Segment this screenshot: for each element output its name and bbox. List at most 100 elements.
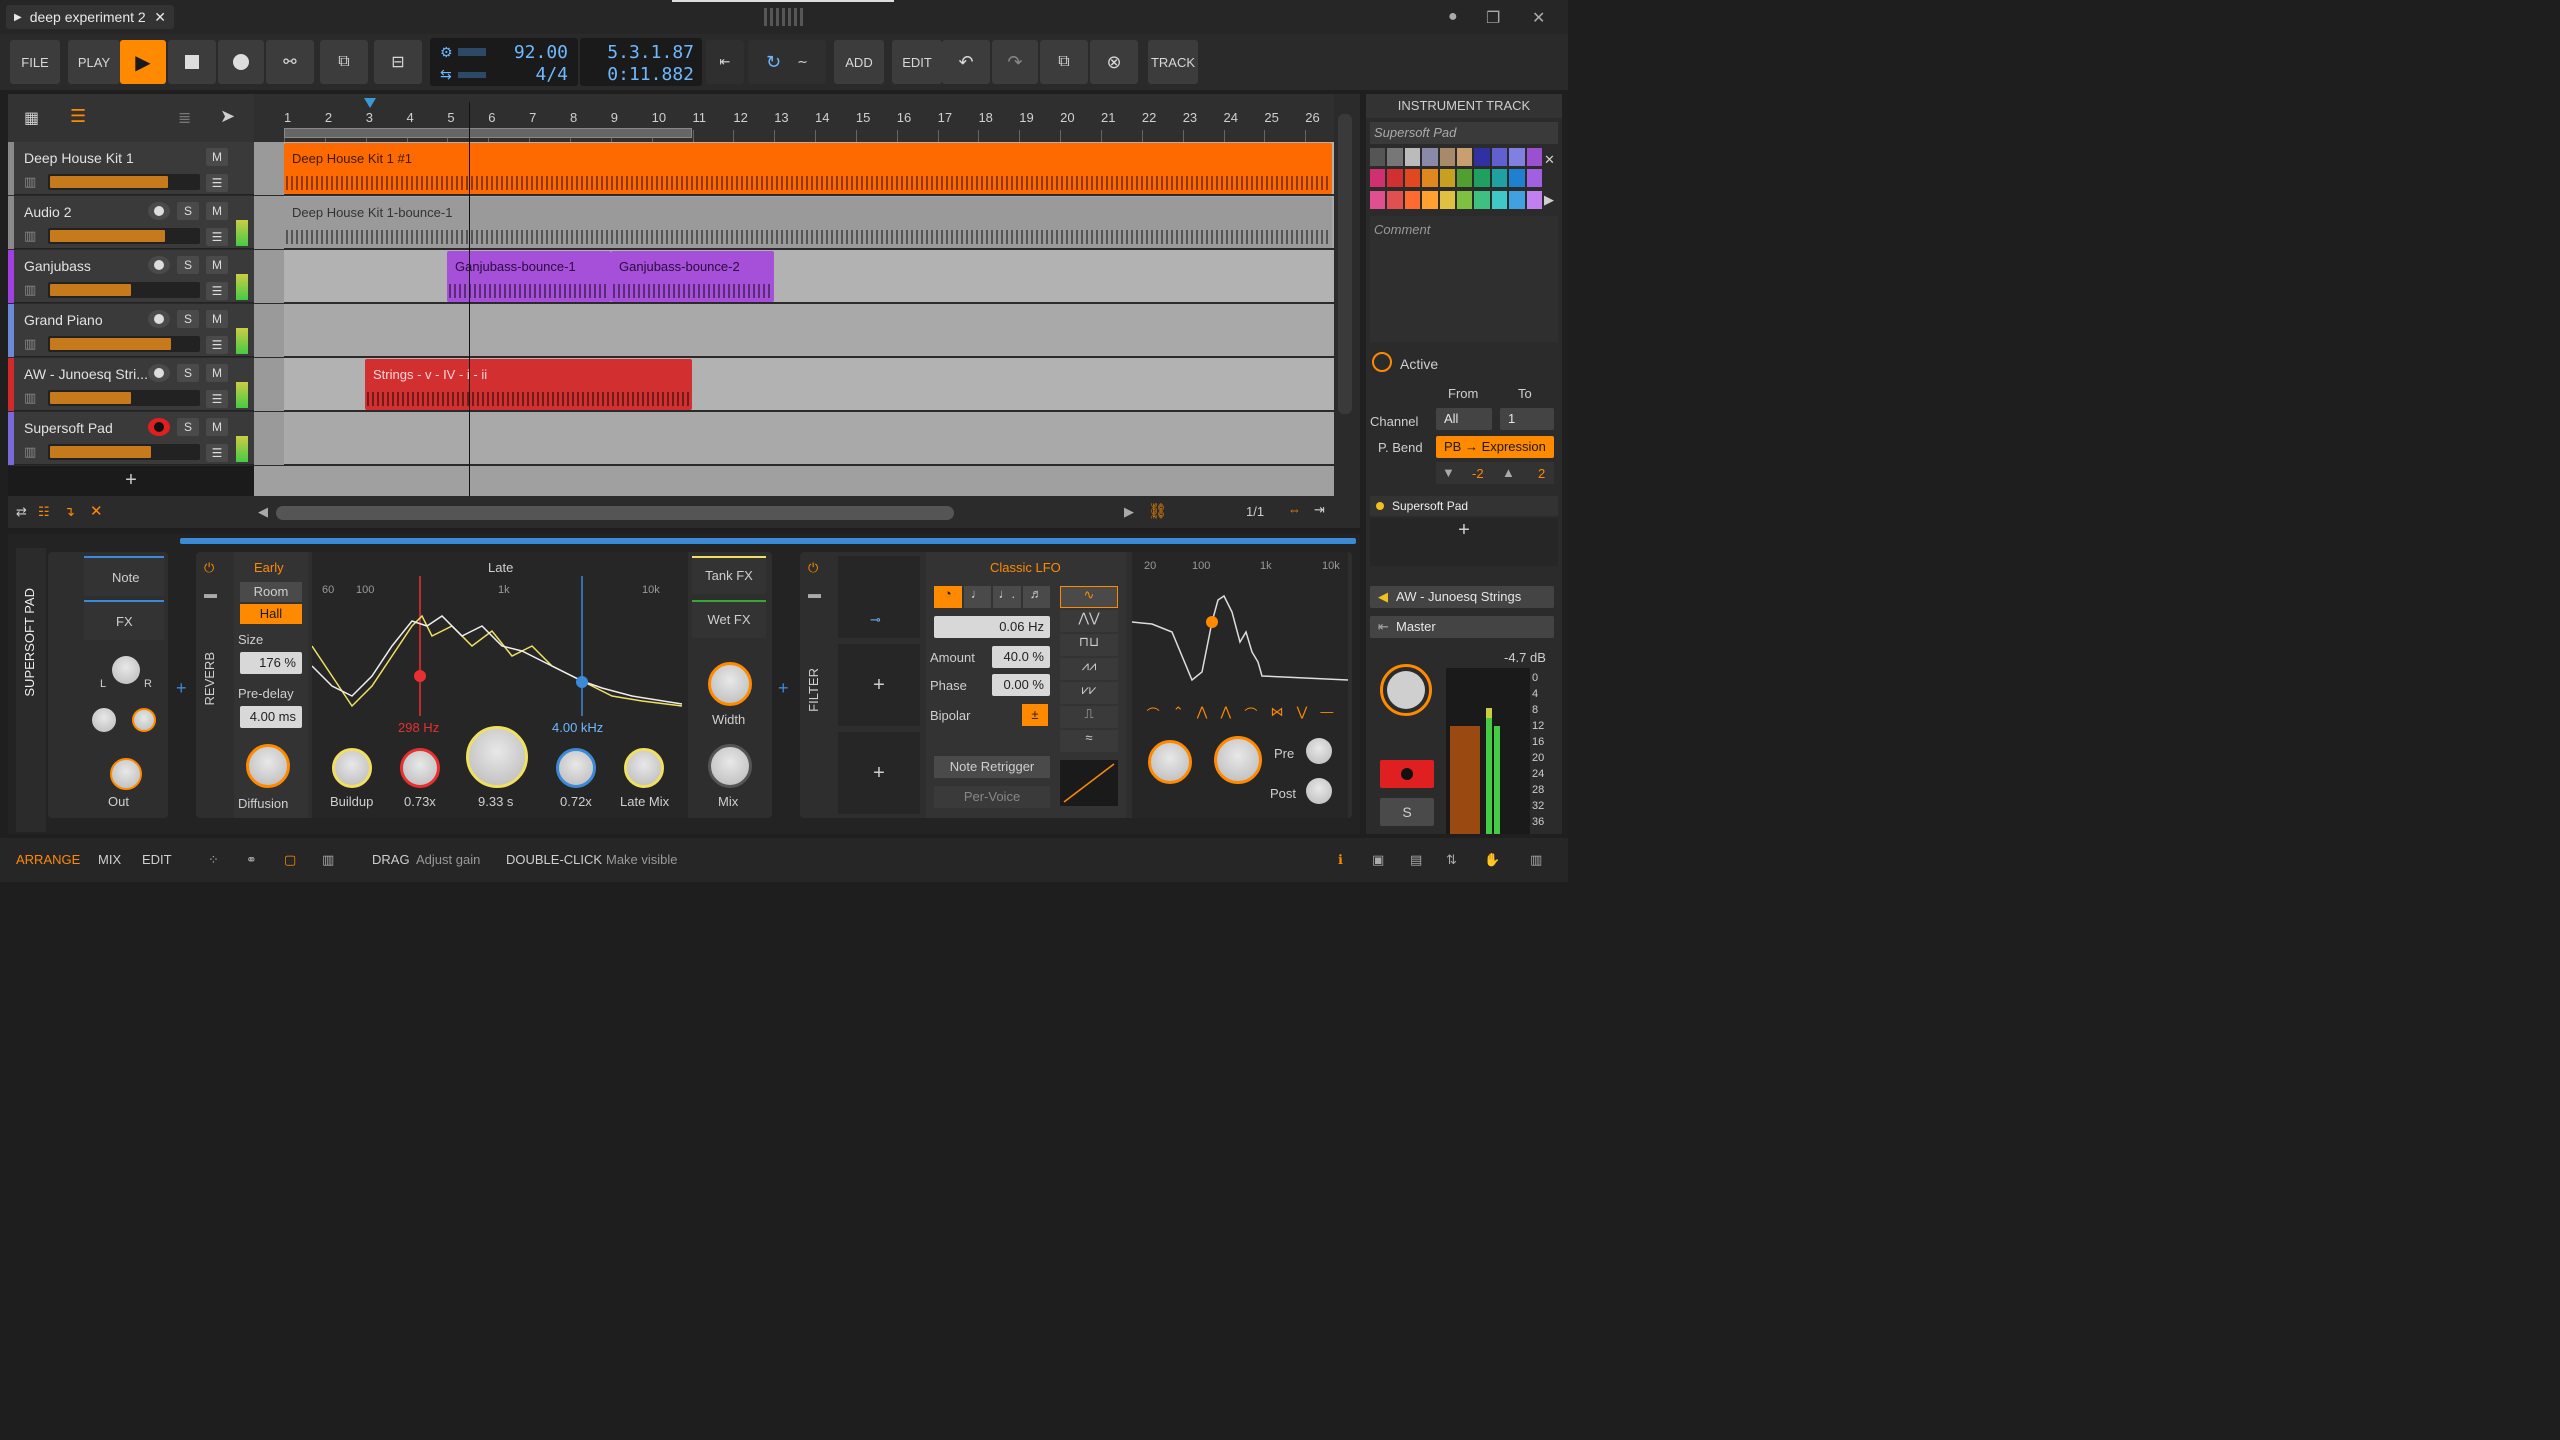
small-knob-2[interactable]: [132, 708, 156, 732]
track-record-button[interactable]: [1380, 760, 1434, 788]
arm-button[interactable]: [148, 256, 170, 274]
late-mix-knob[interactable]: [624, 748, 664, 788]
size-field[interactable]: 176 %: [240, 652, 302, 674]
mix-tab[interactable]: MIX: [98, 852, 121, 867]
active-toggle[interactable]: [1372, 352, 1392, 372]
bar-number[interactable]: 1: [284, 110, 291, 125]
position-display[interactable]: 5.3.1.87 0:11.882: [580, 38, 702, 86]
automation-write-button[interactable]: ⚯: [266, 40, 314, 84]
hand-icon[interactable]: ✋: [1484, 852, 1500, 868]
color-swatch[interactable]: [1370, 148, 1386, 166]
hall-button[interactable]: Hall: [240, 604, 302, 624]
triangle-shape-icon[interactable]: ⋀⋁: [1060, 610, 1118, 632]
track-header[interactable]: Audio 2 ▥ ☰ M S: [8, 196, 254, 249]
lfo-rate-field[interactable]: 0.06 Hz: [934, 616, 1050, 638]
keyboard-icon[interactable]: ▥: [1530, 852, 1542, 868]
overdub-button[interactable]: ⊟: [374, 40, 422, 84]
color-swatch[interactable]: [1526, 148, 1542, 166]
post-knob[interactable]: [1306, 778, 1332, 804]
tool-stack-icon[interactable]: ≣: [178, 108, 191, 128]
color-swatch[interactable]: [1422, 148, 1438, 166]
loop-button[interactable]: ↻ ∼: [748, 40, 826, 84]
track-menu-icon[interactable]: ☰: [206, 444, 228, 462]
scroll-left-icon[interactable]: ◀: [258, 504, 268, 520]
empty-lane[interactable]: [254, 466, 1334, 496]
panel-icon[interactable]: ▢: [284, 852, 296, 868]
track-volume[interactable]: [48, 336, 200, 352]
bar-number[interactable]: 13: [774, 110, 788, 125]
wet-fx-slot[interactable]: Wet FX: [692, 600, 766, 638]
reverb-spectrum[interactable]: [312, 576, 688, 716]
add-track-button[interactable]: +: [8, 466, 254, 496]
track-header[interactable]: AW - Junoesq Stri... ▥ ☰ M S: [8, 358, 254, 411]
solo-button[interactable]: S: [177, 310, 199, 328]
bar-number[interactable]: 11: [693, 110, 707, 125]
bar-number[interactable]: 23: [1183, 110, 1197, 125]
track-header[interactable]: Grand Piano ▥ ☰ M S: [8, 304, 254, 357]
track-name-field[interactable]: Supersoft Pad: [1370, 122, 1558, 144]
browser-icon[interactable]: ▣: [1372, 852, 1384, 868]
solo-button[interactable]: S: [177, 202, 199, 220]
clip[interactable]: Ganjubass-bounce-2: [611, 251, 774, 302]
link-icon[interactable]: ⚭: [246, 852, 257, 868]
color-swatch[interactable]: [1439, 148, 1455, 166]
playhead-marker-icon[interactable]: [364, 98, 376, 108]
amount-field[interactable]: 40.0 %: [992, 646, 1050, 668]
lfo-dotted-icon[interactable]: ♩.: [993, 586, 1021, 608]
small-knob-1[interactable]: [92, 708, 116, 732]
filter-folder-icon[interactable]: ▬: [808, 586, 821, 601]
color-swatch[interactable]: [1456, 148, 1473, 166]
tempo-display[interactable]: ⚙ ⇆ 92.00 4/4: [430, 38, 578, 86]
track-button[interactable]: TRACK: [1148, 40, 1198, 84]
mixer-icon[interactable]: ⇅: [1446, 852, 1457, 868]
add-device-icon-2[interactable]: +: [778, 678, 789, 699]
follow-icon[interactable]: ↴: [64, 504, 75, 520]
play-button[interactable]: ▶: [120, 40, 166, 84]
color-swatch[interactable]: [1456, 169, 1473, 188]
track-lane[interactable]: Ganjubass-bounce-1 Ganjubass-bounce-2: [254, 250, 1334, 303]
mute-button[interactable]: M: [206, 310, 228, 328]
saw-shape-icon[interactable]: ⩘⩘: [1060, 658, 1118, 680]
random-shape-icon[interactable]: ≈: [1060, 730, 1118, 752]
color-swatch[interactable]: [1491, 148, 1508, 166]
track-header[interactable]: Supersoft Pad ▥ ☰ M S: [8, 412, 254, 465]
add-button[interactable]: ADD: [834, 40, 884, 84]
solo-button[interactable]: S: [177, 418, 199, 436]
tempo-value[interactable]: 92.00: [490, 42, 568, 63]
arm-button[interactable]: [148, 364, 170, 382]
list-view-icon[interactable]: ☰: [70, 106, 86, 127]
diffusion-knob[interactable]: [246, 744, 290, 788]
track-name[interactable]: Ganjubass: [24, 258, 154, 274]
filter-power-icon[interactable]: ⏻: [808, 560, 818, 576]
color-swatch[interactable]: [1387, 148, 1403, 166]
record-button[interactable]: [218, 40, 264, 84]
track-name[interactable]: Supersoft Pad: [24, 420, 154, 436]
bar-number[interactable]: 19: [1019, 110, 1033, 125]
reverb-power-icon[interactable]: ⏻: [204, 560, 214, 576]
bar-number[interactable]: 24: [1224, 110, 1238, 125]
phase-field[interactable]: 0.00 %: [992, 674, 1050, 696]
color-swatch[interactable]: [1526, 169, 1542, 188]
ramp-shape-icon[interactable]: ⩗⩗: [1060, 682, 1118, 704]
low-mult-knob[interactable]: [400, 748, 440, 788]
filter-response[interactable]: [1132, 552, 1348, 692]
lfo-note-icon[interactable]: ♩: [963, 586, 991, 608]
color-swatch[interactable]: [1387, 190, 1403, 209]
stop-button[interactable]: [168, 40, 216, 84]
color-swatch[interactable]: [1422, 190, 1438, 209]
track-lane[interactable]: Strings - v - IV - i - ii: [254, 358, 1334, 411]
track-name[interactable]: Grand Piano: [24, 312, 154, 328]
layout-icon[interactable]: ☷: [38, 504, 50, 520]
lfo-free-icon[interactable]: ◔: [934, 586, 962, 608]
bar-number[interactable]: 3: [366, 110, 373, 125]
grid-zoom[interactable]: 1/1: [1246, 504, 1264, 519]
edit-tool-icon[interactable]: ⇄: [16, 504, 27, 520]
mute-button[interactable]: M: [206, 202, 228, 220]
document-tab[interactable]: ▶ deep experiment 2 ✕: [6, 5, 174, 29]
clip-launcher-button[interactable]: ⧉: [320, 40, 368, 84]
restore-icon[interactable]: ❐: [1486, 8, 1500, 28]
out-knob[interactable]: [110, 758, 142, 790]
duplicate-button[interactable]: ⧉: [1040, 40, 1088, 84]
track-lane[interactable]: [254, 412, 1334, 465]
color-swatch[interactable]: [1370, 169, 1386, 188]
